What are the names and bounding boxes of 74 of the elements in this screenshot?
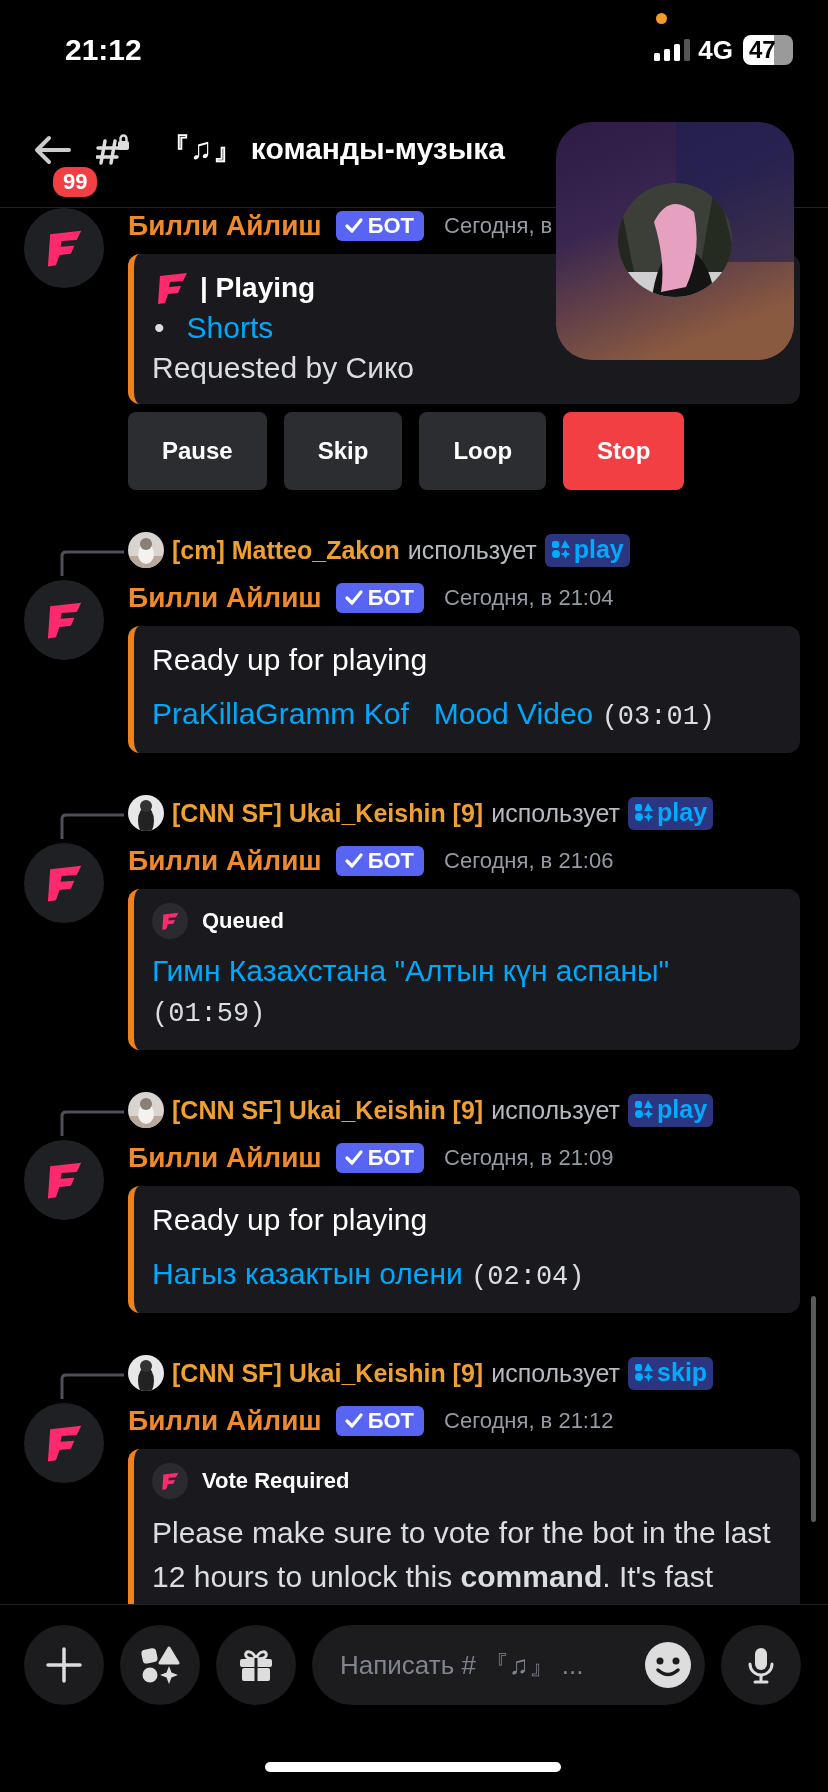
embed-text: Please make sure to vote for the bot in the last 12 hours to unlock this command. It's fast <box>152 1515 772 1595</box>
reply-connector <box>60 813 124 839</box>
channel-title: 『♫』 команды-музыка <box>160 131 505 167</box>
locked-channel-icon <box>96 132 130 167</box>
check-icon <box>343 1411 364 1431</box>
status-time: 21:12 <box>65 33 143 67</box>
action-button[interactable]: Loop <box>419 412 547 490</box>
track-link[interactable]: PraKillaGramm Kof Mood Video <box>152 697 594 730</box>
bot-avatar <box>152 903 188 939</box>
apps-icon <box>634 1099 655 1119</box>
reply-verb: использует <box>491 798 621 828</box>
command-chip[interactable]: play <box>628 1093 714 1127</box>
embed-title: Ready up for playing <box>152 642 429 678</box>
track-duration: (03:01) <box>601 702 716 732</box>
check-icon <box>343 1148 364 1168</box>
user-name: [CNN SF] Ukai_Keishin [9] <box>172 1095 484 1125</box>
user-name: [cm] Matteo_Zakon <box>172 535 400 565</box>
user-name: [CNN SF] Ukai_Keishin [9] <box>172 798 484 828</box>
tag-label: БОТ <box>367 213 415 239</box>
smiley-icon <box>645 1642 691 1688</box>
reply-connector <box>60 1373 124 1399</box>
tag-label: БОТ <box>367 848 415 874</box>
embed-title: Ready up for playing <box>152 1202 429 1238</box>
signal-icon <box>654 39 691 61</box>
reply-verb: использует <box>407 535 537 565</box>
bullet-mark: • <box>154 311 165 344</box>
reply-connector <box>60 550 124 576</box>
privacy-dot <box>656 13 667 24</box>
check-icon <box>343 216 364 236</box>
message-time: Сегодня, в 21:09 <box>444 1145 614 1171</box>
track-duration: (02:04) <box>471 1262 585 1292</box>
author-name[interactable]: Билли Айлиш <box>128 1142 322 1174</box>
author-name[interactable]: Билли Айлиш <box>128 210 322 242</box>
check-icon <box>343 851 364 871</box>
reply-verb: использует <box>491 1358 621 1388</box>
apps-icon <box>140 1645 180 1685</box>
track-link[interactable]: Нагыз казактын олени <box>152 1257 463 1290</box>
action-button[interactable]: Stop <box>563 412 685 490</box>
track-link[interactable]: Shorts <box>186 311 274 344</box>
check-icon <box>343 588 364 608</box>
message-field[interactable]: Написать # 『♫』 ... <box>312 1625 705 1705</box>
embed-footer: Requested by Сико <box>152 348 780 388</box>
author-name[interactable]: Билли Айлиш <box>128 845 322 877</box>
embed-title: Vote Required <box>202 1467 350 1495</box>
track-link[interactable]: Гимн Казахстана "Алтын күн аспаны" <box>152 954 670 987</box>
reply-verb: использует <box>491 1095 621 1125</box>
message-time: Сегодня, в 21:06 <box>444 848 614 874</box>
bot-avatar <box>152 1463 188 1499</box>
tag-label: БОТ <box>367 1408 415 1434</box>
author-name[interactable]: Билли Айлиш <box>128 582 322 614</box>
command-chip[interactable]: play <box>544 533 630 567</box>
action-button[interactable]: Pause <box>128 412 267 490</box>
apps-icon <box>634 1362 655 1382</box>
message-time: Сегодня, в 21:12 <box>444 1408 614 1434</box>
plus-icon <box>44 1645 84 1685</box>
tag-label: БОТ <box>367 585 415 611</box>
back-icon <box>32 134 72 165</box>
reply-connector <box>60 1110 124 1136</box>
user-name: [CNN SF] Ukai_Keishin [9] <box>172 1358 484 1388</box>
embed-title: | Playing <box>200 271 316 305</box>
battery-indicator: 47 <box>743 35 793 65</box>
network-label: 4G <box>698 34 733 66</box>
emoji-button[interactable] <box>645 1642 691 1688</box>
apps-icon <box>634 802 655 822</box>
apps-icon <box>550 539 571 559</box>
author-name[interactable]: Билли Айлиш <box>128 1405 322 1437</box>
message-time: Сегодня, в 21:04 <box>444 585 614 611</box>
action-button[interactable]: Skip <box>283 412 403 490</box>
message-time: Сегодня, в <box>444 213 553 239</box>
embed-title: Queued <box>202 907 284 935</box>
track-duration: (01:59) <box>152 999 266 1029</box>
command-chip[interactable]: play <box>628 796 714 830</box>
command-chip[interactable]: skip <box>628 1356 714 1390</box>
tag-label: БОТ <box>367 1145 415 1171</box>
